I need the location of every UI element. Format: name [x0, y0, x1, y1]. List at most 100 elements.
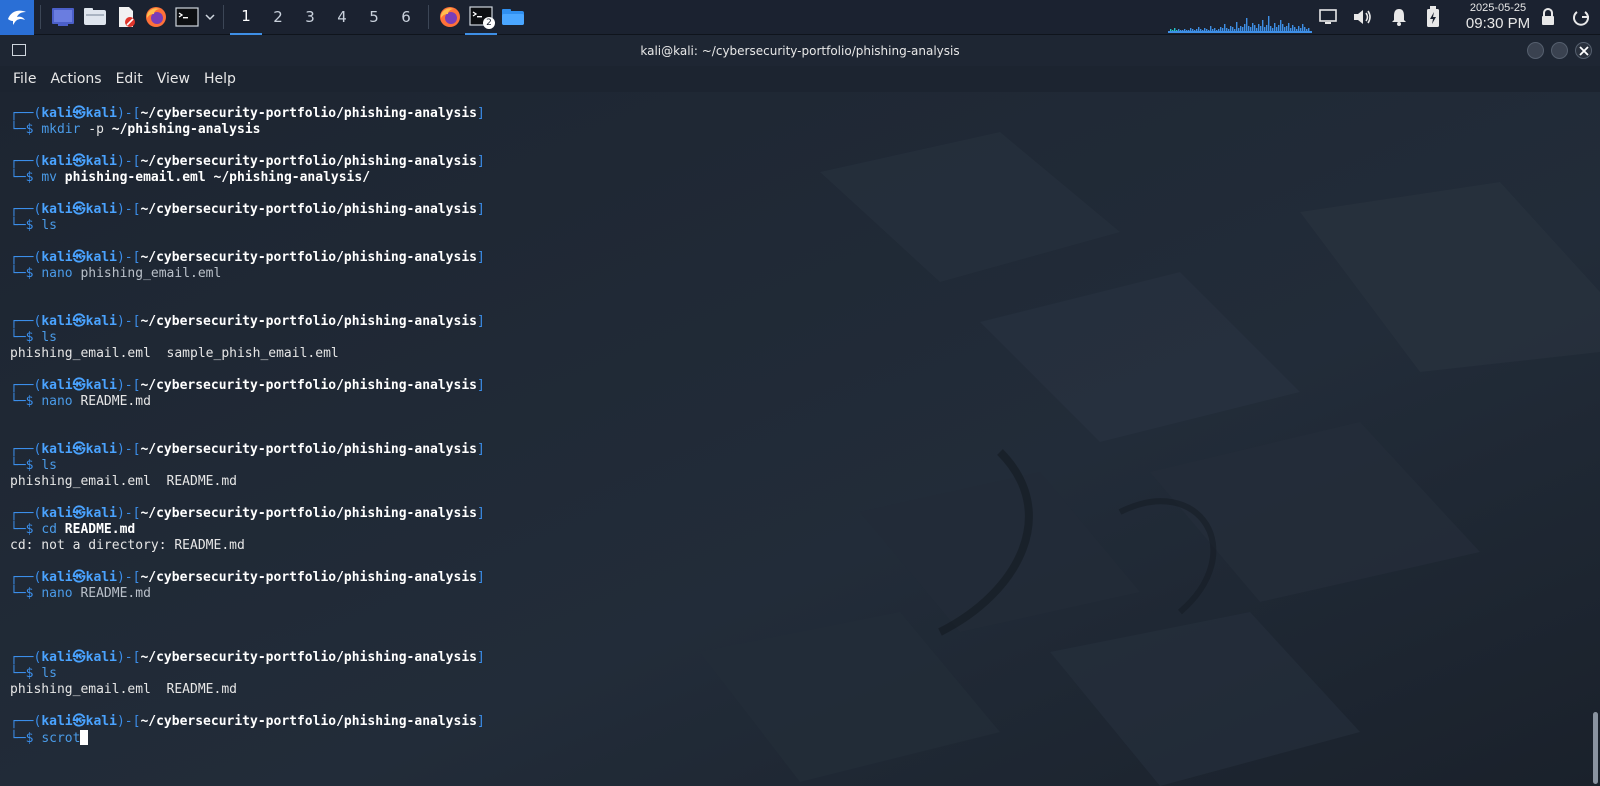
file-manager-launcher[interactable]	[79, 0, 111, 35]
menu-help[interactable]: Help	[197, 71, 243, 87]
output-line: cd: not a directory: README.md	[10, 538, 245, 553]
prompt-host: kali	[85, 570, 117, 585]
kali-menu-button[interactable]	[0, 0, 34, 35]
menu-file[interactable]: File	[6, 71, 43, 87]
command-name: nano	[41, 586, 73, 601]
workspace-4[interactable]: 4	[326, 0, 358, 35]
prompt-host: kali	[85, 714, 117, 729]
cpu-graph-bar	[1244, 24, 1246, 32]
prompt-frame: )-[	[116, 154, 141, 169]
taskbar-terminal[interactable]: 2	[465, 0, 497, 35]
cpu-graph-bar	[1280, 20, 1282, 32]
cpu-graph-bar	[1246, 18, 1248, 32]
prompt-frame: ┌──(	[10, 378, 42, 393]
command-argument	[57, 522, 65, 537]
close-button[interactable]	[1575, 42, 1592, 59]
firefox-launcher[interactable]	[141, 0, 171, 35]
command-line: └─$ ls	[10, 458, 485, 474]
text-cursor	[80, 730, 89, 745]
prompt-dollar: $	[25, 458, 42, 473]
prompt-frame: )-[	[116, 250, 141, 265]
clock-time: 09:30 PM	[1465, 15, 1531, 32]
menu-view[interactable]: View	[150, 71, 197, 87]
launcher-dropdown[interactable]	[203, 0, 217, 35]
prompt-at-symbol: ㉿	[72, 506, 86, 521]
window-title: kali@kali: ~/cybersecurity-portfolio/phi…	[640, 43, 960, 58]
output-line: phishing_email.eml README.md	[10, 474, 237, 489]
command-name: mkdir	[41, 122, 81, 137]
minimize-button[interactable]	[1527, 42, 1544, 59]
top-panel: 123456 2 2025-05-25 09:30 PM	[0, 0, 1600, 35]
workspace-1[interactable]: 1	[230, 0, 262, 35]
prompt-frame: ]	[476, 314, 485, 329]
command-name: mv	[41, 170, 57, 185]
prompt-user: kali	[41, 570, 73, 585]
prompt-at-symbol: ㉿	[72, 378, 86, 393]
workspace-switcher: 123456	[230, 0, 422, 35]
prompt-host: kali	[85, 650, 117, 665]
command-argument: README.md	[80, 586, 151, 601]
taskbar-firefox[interactable]	[435, 0, 465, 35]
prompt-dollar: $	[25, 586, 42, 601]
notifications-button[interactable]	[1386, 0, 1412, 35]
logout-button[interactable]	[1568, 0, 1594, 35]
menu-edit[interactable]: Edit	[109, 71, 150, 87]
prompt-frame: ┌──(	[10, 650, 42, 665]
command-argument: phishing-email.eml ~/phishing-analysis/	[64, 170, 371, 185]
workspace-6[interactable]: 6	[390, 0, 422, 35]
clock-date: 2025-05-25	[1469, 2, 1527, 14]
cpu-graph-bar	[1254, 25, 1256, 32]
prompt-line: ┌──(kali㉿kali)-[~/cybersecurity-portfoli…	[10, 154, 485, 170]
prompt-dollar: $	[25, 731, 42, 746]
window-menu-icon[interactable]	[12, 44, 26, 56]
prompt-frame: )-[	[116, 570, 141, 585]
monitor-icon	[1319, 9, 1337, 24]
battery-indicator[interactable]	[1420, 0, 1446, 35]
taskbar-file-manager[interactable]	[497, 0, 529, 35]
prompt-dollar: $	[25, 522, 42, 537]
prompt-frame: )-[	[116, 106, 141, 121]
prompt-frame: )-[	[116, 506, 141, 521]
text-editor-launcher[interactable]	[111, 0, 141, 35]
terminal-icon	[175, 7, 199, 27]
terminal-launcher[interactable]	[171, 0, 203, 35]
cpu-graph-bar	[1292, 25, 1294, 32]
prompt-line: ┌──(kali㉿kali)-[~/cybersecurity-portfoli…	[10, 442, 485, 458]
window-titlebar[interactable]: kali@kali: ~/cybersecurity-portfolio/phi…	[0, 35, 1600, 66]
display-button[interactable]	[1314, 0, 1342, 35]
cpu-graph-bar	[1278, 25, 1280, 32]
prompt-line: ┌──(kali㉿kali)-[~/cybersecurity-portfoli…	[10, 250, 485, 266]
clock[interactable]: 2025-05-25 09:30 PM	[1452, 1, 1544, 33]
maximize-button[interactable]	[1551, 42, 1568, 59]
show-desktop-button[interactable]	[47, 0, 79, 35]
prompt-host: kali	[85, 202, 117, 217]
cpu-graph-bar	[1282, 24, 1284, 32]
terminal-output[interactable]: ┌──(kali㉿kali)-[~/cybersecurity-portfoli…	[0, 92, 1600, 786]
folder-icon	[502, 9, 524, 25]
menu-actions[interactable]: Actions	[43, 71, 108, 87]
prompt-frame: ┌──(	[10, 570, 42, 585]
command-argument: README.md	[64, 522, 136, 537]
prompt-user: kali	[41, 154, 73, 169]
command-line: └─$ mv phishing-email.eml ~/phishing-ana…	[10, 170, 485, 186]
output-line: phishing_email.eml sample_phish_email.em…	[10, 346, 339, 361]
volume-button[interactable]	[1349, 0, 1377, 35]
workspace-5[interactable]: 5	[358, 0, 390, 35]
command-argument: phishing_email.eml	[72, 266, 222, 281]
prompt-path: ~/cybersecurity-portfolio/phishing-analy…	[140, 106, 477, 121]
cpu-graph-bar	[1236, 22, 1238, 32]
command-line: └─$ ls	[10, 330, 485, 346]
prompt-path: ~/cybersecurity-portfolio/phishing-analy…	[140, 650, 477, 665]
workspace-3[interactable]: 3	[294, 0, 326, 35]
panel-separator	[40, 5, 41, 29]
prompt-frame: ┌──(	[10, 314, 42, 329]
terminal-scrollbar[interactable]	[1593, 712, 1598, 784]
prompt-user: kali	[41, 378, 73, 393]
prompt-host: kali	[85, 378, 117, 393]
workspace-2[interactable]: 2	[262, 0, 294, 35]
prompt-user: kali	[41, 250, 73, 265]
lock-screen-button[interactable]	[1536, 0, 1560, 35]
